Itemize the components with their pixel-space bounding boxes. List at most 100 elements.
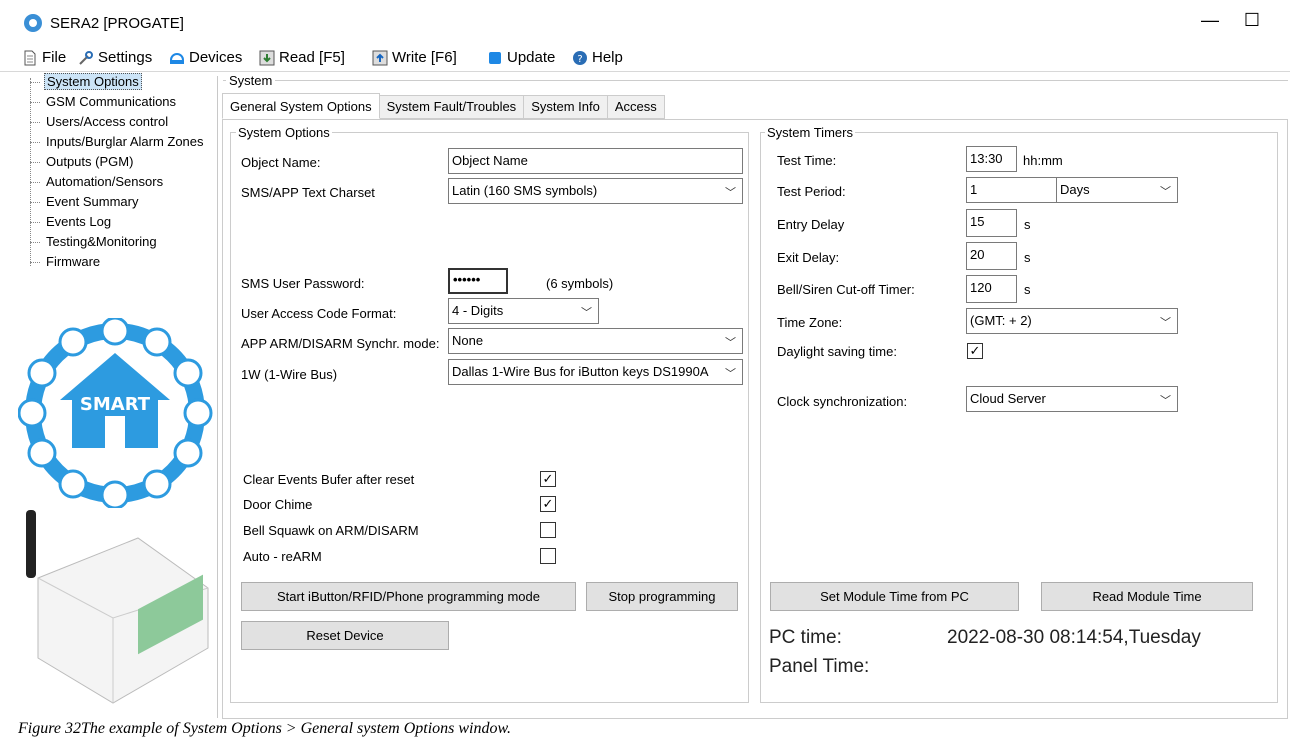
update-icon <box>489 51 501 64</box>
bell-squawk-checkbox[interactable] <box>540 522 556 538</box>
menu-file[interactable]: File <box>22 49 66 66</box>
system-options-legend: System Options <box>236 125 332 140</box>
menu-write[interactable]: Write [F6] <box>372 49 457 66</box>
bell-cutoff-unit: s <box>1024 282 1031 297</box>
menu-devices[interactable]: Devices <box>169 49 242 66</box>
tree-item-label: Firmware <box>46 254 101 269</box>
entry-delay-input[interactable]: 15 <box>966 209 1017 237</box>
read-module-time-button[interactable]: Read Module Time <box>1041 582 1253 611</box>
window-title: SERA2 [PROGATE] <box>50 15 184 32</box>
menu-settings[interactable]: Settings <box>78 49 152 66</box>
tree-item-label: Automation/Sensors <box>46 174 164 189</box>
tree-item-gsm[interactable]: GSM Communications <box>30 93 215 113</box>
charset-select[interactable]: Latin (160 SMS symbols) ﹀ <box>448 178 743 204</box>
tree-item-label: Testing&Monitoring <box>46 234 157 249</box>
figure-caption: Figure 32The example of System Options >… <box>18 720 511 737</box>
code-format-select[interactable]: 4 - Digits ﹀ <box>448 298 599 324</box>
start-programming-button[interactable]: Start iButton/RFID/Phone programming mod… <box>241 582 576 611</box>
clear-events-label: Clear Events Bufer after reset <box>243 472 415 487</box>
entry-delay-label: Entry Delay <box>777 217 845 232</box>
dst-label: Daylight saving time: <box>777 344 897 359</box>
splitter[interactable] <box>217 76 218 718</box>
tab-system-info[interactable]: System Info <box>524 95 608 119</box>
menu-read[interactable]: Read [F5] <box>259 49 345 66</box>
tree-item-label: Events Log <box>46 214 112 229</box>
menu-help[interactable]: ? Help <box>572 49 623 66</box>
menu-settings-label: Settings <box>98 49 153 66</box>
tree-item-label: System Options <box>44 73 142 90</box>
sync-mode-value: None <box>452 333 484 348</box>
time-zone-value: (GMT: + 2) <box>970 313 1032 328</box>
set-module-time-button[interactable]: Set Module Time from PC <box>770 582 1019 611</box>
reset-device-button[interactable]: Reset Device <box>241 621 449 650</box>
tree-item-automation[interactable]: Automation/Sensors <box>30 173 215 193</box>
charset-value: Latin (160 SMS symbols) <box>452 183 598 198</box>
sms-password-input[interactable]: •••••• <box>448 268 508 294</box>
pc-time-value: 2022-08-30 08:14:54,Tuesday <box>947 627 1201 648</box>
exit-delay-unit: s <box>1024 250 1031 265</box>
menu-devices-label: Devices <box>189 49 243 66</box>
tree-item-label: Inputs/Burglar Alarm Zones <box>46 134 204 149</box>
bell-squawk-label: Bell Squawk on ARM/DISARM <box>243 523 419 538</box>
door-chime-label: Door Chime <box>243 497 313 512</box>
tree-item-testing[interactable]: Testing&Monitoring <box>30 233 215 253</box>
menu-update[interactable]: Update <box>487 49 555 66</box>
sms-password-hint: (6 symbols) <box>546 276 614 291</box>
one-wire-select[interactable]: Dallas 1-Wire Bus for iButton keys DS199… <box>448 359 743 385</box>
test-period-unit-value: Days <box>1060 182 1090 197</box>
tree-item-events-log[interactable]: Events Log <box>30 213 215 233</box>
entry-delay-unit: s <box>1024 217 1031 232</box>
clock-sync-label: Clock synchronization: <box>777 394 908 409</box>
chevron-down-icon: ﹀ <box>725 368 736 380</box>
bell-cutoff-label: Bell/Siren Cut-off Timer: <box>777 282 915 297</box>
tree-item-users[interactable]: Users/Access control <box>30 113 215 133</box>
test-time-input[interactable]: 13:30 <box>966 146 1017 172</box>
system-options-group <box>230 132 749 703</box>
test-period-unit-select[interactable]: Days ﹀ <box>1056 177 1178 203</box>
tree-item-label: Outputs (PGM) <box>46 154 134 169</box>
tree-item-system-options[interactable]: System Options <box>30 73 215 93</box>
stop-programming-button[interactable]: Stop programming <box>586 582 738 611</box>
tree-item-outputs[interactable]: Outputs (PGM) <box>30 153 215 173</box>
maximize-button[interactable]: ☐ <box>1237 10 1267 31</box>
charset-label: SMS/APP Text Charset <box>241 185 375 200</box>
clock-sync-select[interactable]: Cloud Server ﹀ <box>966 386 1178 412</box>
tab-general-system-options[interactable]: General System Options <box>222 93 380 119</box>
tree-item-label: GSM Communications <box>46 94 177 109</box>
system-timers-legend: System Timers <box>765 125 855 140</box>
object-name-input[interactable]: Object Name <box>448 148 743 174</box>
sms-password-label: SMS User Password: <box>241 276 365 291</box>
test-time-unit: hh:mm <box>1023 153 1063 168</box>
clock-sync-value: Cloud Server <box>970 391 1046 406</box>
clear-events-checkbox[interactable]: ✓ <box>540 471 556 487</box>
svg-text:?: ? <box>577 54 582 65</box>
chevron-down-icon: ﹀ <box>1160 186 1171 198</box>
time-zone-select[interactable]: (GMT: + 2) ﹀ <box>966 308 1178 334</box>
chevron-down-icon: ﹀ <box>725 187 736 199</box>
tab-bar: General System Options System Fault/Trou… <box>222 93 665 119</box>
sync-mode-select[interactable]: None ﹀ <box>448 328 743 354</box>
menu-read-label: Read [F5] <box>279 49 345 66</box>
smart-home-logo: SMART <box>18 318 213 508</box>
tree-item-firmware[interactable]: Firmware <box>30 253 215 273</box>
code-format-value: 4 - Digits <box>452 303 504 318</box>
tree-item-label: Users/Access control <box>46 114 169 129</box>
menu-write-label: Write [F6] <box>392 49 457 66</box>
tree-item-event-summary[interactable]: Event Summary <box>30 193 215 213</box>
dst-checkbox[interactable]: ✓ <box>967 343 983 359</box>
minimize-button[interactable]: — <box>1195 10 1225 31</box>
time-zone-label: Time Zone: <box>777 315 843 330</box>
auto-rearm-checkbox[interactable] <box>540 548 556 564</box>
tab-system-fault-troubles[interactable]: System Fault/Troubles <box>379 95 525 119</box>
exit-delay-input[interactable]: 20 <box>966 242 1017 270</box>
menu-update-label: Update <box>507 49 556 66</box>
chevron-down-icon: ﹀ <box>1160 395 1171 407</box>
tree-item-inputs[interactable]: Inputs/Burglar Alarm Zones <box>30 133 215 153</box>
door-chime-checkbox[interactable]: ✓ <box>540 496 556 512</box>
tab-access[interactable]: Access <box>607 95 665 119</box>
test-period-label: Test Period: <box>777 184 846 199</box>
chevron-down-icon: ﹀ <box>581 307 592 319</box>
bell-cutoff-input[interactable]: 120 <box>966 275 1017 303</box>
file-icon <box>24 50 36 65</box>
test-period-input[interactable]: 1 <box>966 177 1057 203</box>
